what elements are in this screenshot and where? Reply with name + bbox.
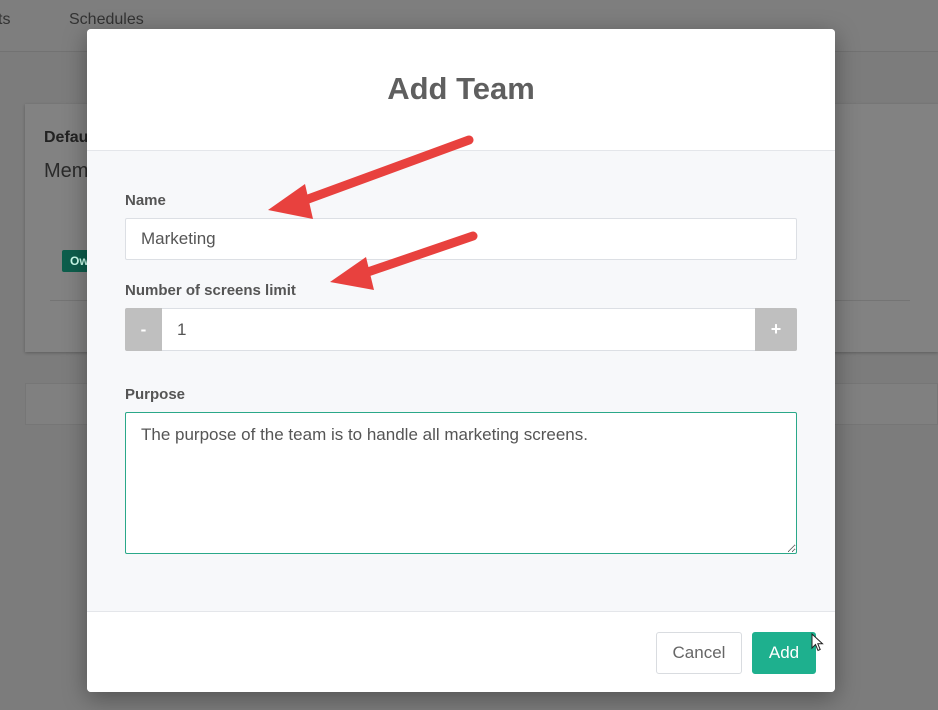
- modal-title: Add Team: [387, 71, 535, 106]
- purpose-label: Purpose: [125, 386, 186, 403]
- screens-limit-input[interactable]: [162, 308, 755, 351]
- name-label: Name: [125, 192, 166, 209]
- nav-item-partial[interactable]: ts: [0, 11, 10, 29]
- decrement-button[interactable]: -: [125, 308, 162, 351]
- increment-button[interactable]: +: [755, 308, 797, 351]
- screens-limit-stepper: - +: [125, 308, 797, 351]
- modal-footer: Cancel Add: [87, 611, 835, 692]
- mouse-cursor-icon: [811, 633, 824, 652]
- screens-limit-label: Number of screens limit: [125, 282, 296, 299]
- modal-header: Add Team: [87, 29, 835, 151]
- purpose-textarea[interactable]: The purpose of the team is to handle all…: [125, 412, 797, 554]
- add-team-modal: Add Team Name Number of screens limit - …: [87, 29, 835, 692]
- team-name-input[interactable]: [125, 218, 797, 260]
- card-title: Defau: [44, 129, 89, 146]
- add-button[interactable]: Add: [752, 632, 816, 674]
- cancel-button[interactable]: Cancel: [656, 632, 742, 674]
- nav-item-schedules[interactable]: Schedules: [69, 11, 144, 29]
- card-subtitle: Mem: [44, 160, 89, 182]
